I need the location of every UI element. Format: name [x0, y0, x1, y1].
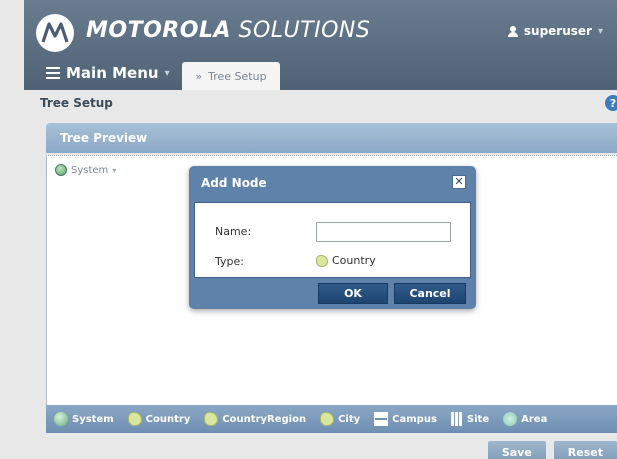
palette-label: System — [72, 413, 114, 425]
save-button[interactable]: Save — [487, 441, 546, 459]
palette-item-country[interactable]: Country — [127, 412, 191, 426]
globe-icon — [55, 164, 67, 176]
reset-button[interactable]: Reset — [553, 441, 617, 459]
name-label: Name: — [215, 225, 252, 238]
site-icon — [450, 412, 463, 426]
help-icon[interactable]: ? — [605, 95, 617, 111]
cancel-button[interactable]: Cancel — [394, 283, 466, 304]
palette-item-area[interactable]: Area — [503, 412, 547, 426]
motorola-logo-icon — [36, 14, 74, 52]
action-buttons: Save Reset — [487, 441, 617, 459]
palette-item-country-region[interactable]: CountryRegion — [204, 412, 306, 426]
globe-icon — [54, 412, 68, 426]
ok-button[interactable]: OK — [318, 283, 388, 304]
city-icon — [320, 412, 335, 426]
tab-label: Tree Setup — [208, 69, 267, 83]
main-menu-label: Main Menu — [66, 64, 159, 82]
chevron-down-icon: ▾ — [597, 25, 603, 37]
palette-item-site[interactable]: Site — [450, 412, 490, 426]
close-icon[interactable]: ✕ — [452, 175, 466, 189]
dialog-title: Add Node — [201, 176, 267, 190]
chevron-down-icon: ▾ — [164, 67, 170, 79]
add-node-dialog: Add Node ✕ Name: Type: Country OK Cancel — [189, 166, 476, 309]
dialog-body: Name: Type: Country — [194, 202, 471, 278]
country-icon — [127, 412, 142, 426]
user-icon — [507, 25, 518, 37]
palette-item-city[interactable]: City — [320, 412, 360, 426]
app-header: MOTOROLA SOLUTIONS superuser ▾ Main Menu… — [24, 0, 617, 90]
area-icon — [503, 412, 518, 426]
type-value: Country — [316, 254, 376, 267]
chevron-down-icon: ▾ — [112, 165, 117, 175]
dialog-buttons: OK Cancel — [318, 283, 466, 304]
palette-label: CountryRegion — [222, 413, 307, 425]
double-chevron-icon: » — [195, 69, 203, 83]
main-menu-button[interactable]: Main Menu ▾ — [46, 64, 170, 82]
palette-label: Country — [145, 413, 191, 425]
palette-label: Site — [466, 413, 490, 425]
brand-title: MOTOROLA SOLUTIONS — [86, 18, 371, 43]
country-icon — [316, 254, 328, 267]
campus-icon — [374, 412, 389, 426]
user-menu[interactable]: superuser ▾ — [507, 24, 603, 38]
tree-preview-header: Tree Preview — [46, 123, 617, 153]
type-label: Type: — [215, 255, 244, 268]
palette-item-system[interactable]: System — [54, 412, 114, 426]
palette-label: Campus — [392, 413, 437, 425]
country-region-icon — [204, 412, 219, 426]
tree-root-label: System — [71, 164, 109, 176]
user-name: superuser — [523, 24, 592, 38]
name-input[interactable] — [316, 222, 451, 242]
menu-icon — [46, 67, 60, 79]
type-value-text: Country — [332, 254, 376, 267]
palette-item-campus[interactable]: Campus — [374, 412, 437, 426]
tree-root-node[interactable]: System ▾ — [55, 164, 116, 176]
page-title: Tree Setup — [40, 96, 113, 110]
palette-label: Area — [521, 413, 548, 425]
node-type-palette: System Country CountryRegion City Campus… — [46, 405, 617, 433]
tab-tree-setup[interactable]: » Tree Setup — [182, 62, 280, 90]
palette-label: City — [338, 413, 361, 425]
